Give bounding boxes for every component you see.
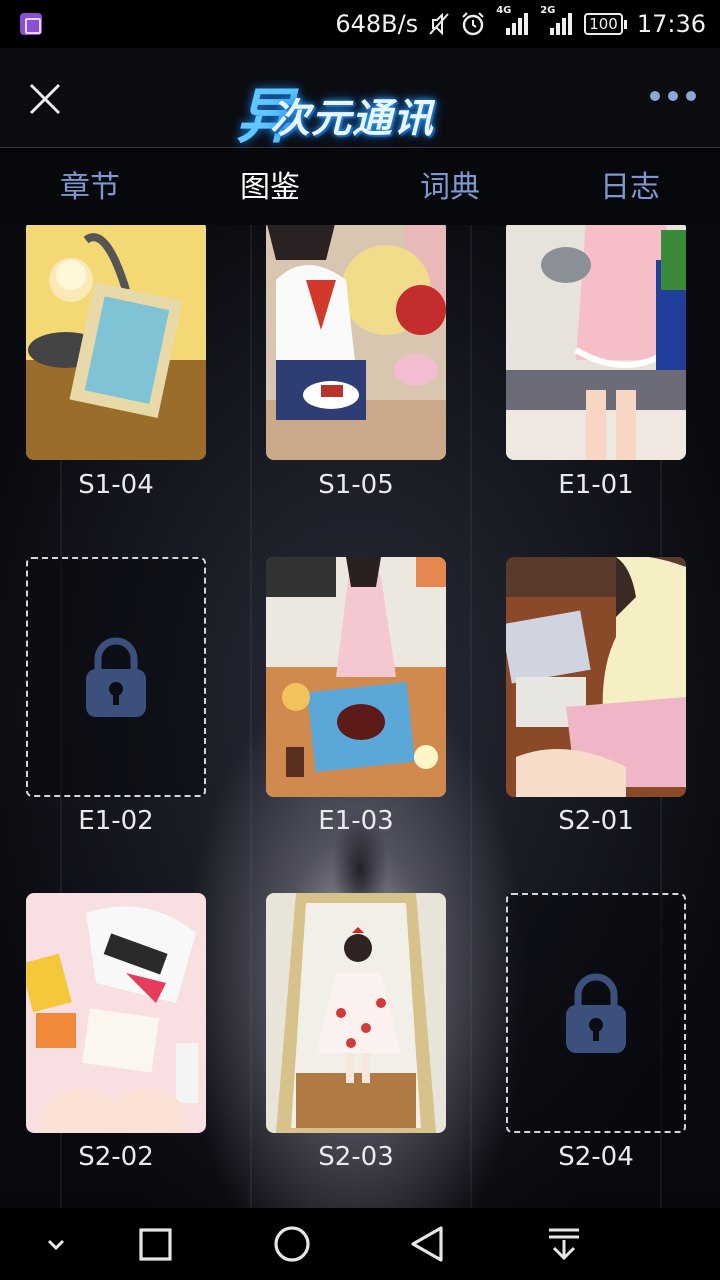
tab-dictionary[interactable]: 词典 xyxy=(360,146,540,222)
card-label: S1-05 xyxy=(318,470,394,500)
more-dots-icon xyxy=(650,91,660,101)
gallery-card-e1-01[interactable] xyxy=(506,225,686,460)
card-label: S2-03 xyxy=(318,1142,394,1172)
tab-bar: 章节 图鉴 词典 日志 xyxy=(0,149,720,225)
cg-thumbnail xyxy=(266,893,446,1133)
tab-chapters[interactable]: 章节 xyxy=(0,146,180,222)
lock-icon xyxy=(566,973,626,1053)
gallery-card-s2-02[interactable] xyxy=(26,893,206,1133)
gallery-card-s1-05[interactable] xyxy=(266,225,446,460)
card-label: E1-01 xyxy=(558,470,634,500)
gallery-card-s2-04-locked[interactable] xyxy=(506,893,686,1133)
close-icon[interactable] xyxy=(26,80,64,118)
lock-icon xyxy=(86,637,146,717)
card-label: S2-04 xyxy=(558,1142,634,1172)
card-label: S1-04 xyxy=(78,470,154,500)
cg-thumbnail xyxy=(26,893,206,1133)
back-triangle-icon[interactable] xyxy=(408,1224,448,1264)
card-label: E1-03 xyxy=(318,806,394,836)
cg-thumbnail xyxy=(506,225,686,460)
silent-mode-icon xyxy=(429,12,449,36)
card-label: S2-01 xyxy=(558,806,634,836)
clock: 17:36 xyxy=(636,10,706,38)
cg-thumbnail xyxy=(26,225,206,460)
cg-thumbnail xyxy=(506,557,686,797)
tab-log[interactable]: 日志 xyxy=(540,146,720,222)
gallery-grid[interactable]: S1-04 S1-05 E1-01 E1-02 E1-03 S2-01 S2-0… xyxy=(0,225,720,1208)
home-circle-icon[interactable] xyxy=(272,1224,312,1264)
card-label: S2-02 xyxy=(78,1142,154,1172)
battery-icon: 100 xyxy=(584,13,627,35)
gallery-card-e1-03[interactable] xyxy=(266,557,446,797)
app-header: 异 次元通讯 xyxy=(0,48,720,152)
more-options-button[interactable] xyxy=(650,86,696,106)
notification-pull-icon[interactable] xyxy=(546,1226,582,1262)
gallery-card-s2-03[interactable] xyxy=(266,893,446,1133)
signal-4g-icon: 4G xyxy=(496,5,530,37)
tab-gallery[interactable]: 图鉴 xyxy=(180,146,360,222)
cg-thumbnail xyxy=(266,225,446,460)
alarm-icon xyxy=(462,12,484,36)
card-label: E1-02 xyxy=(78,806,154,836)
system-nav-bar xyxy=(0,1208,720,1280)
chevron-down-icon[interactable] xyxy=(44,1234,68,1254)
signal-2g-icon: 2G xyxy=(540,5,574,37)
gallery-card-e1-02-locked[interactable] xyxy=(26,557,206,797)
cg-thumbnail xyxy=(266,557,446,797)
gallery-notification-icon xyxy=(20,13,42,35)
logo-text: 次元通讯 xyxy=(270,96,434,142)
gallery-card-s2-01[interactable] xyxy=(506,557,686,797)
gallery-card-s1-04[interactable] xyxy=(26,225,206,460)
app-logo: 异 次元通讯 xyxy=(236,66,486,152)
network-speed: 648B/s xyxy=(335,10,419,38)
status-bar: 648B/s 4G 2G 100 17:36 xyxy=(0,0,720,48)
recents-square-icon[interactable] xyxy=(138,1226,174,1262)
